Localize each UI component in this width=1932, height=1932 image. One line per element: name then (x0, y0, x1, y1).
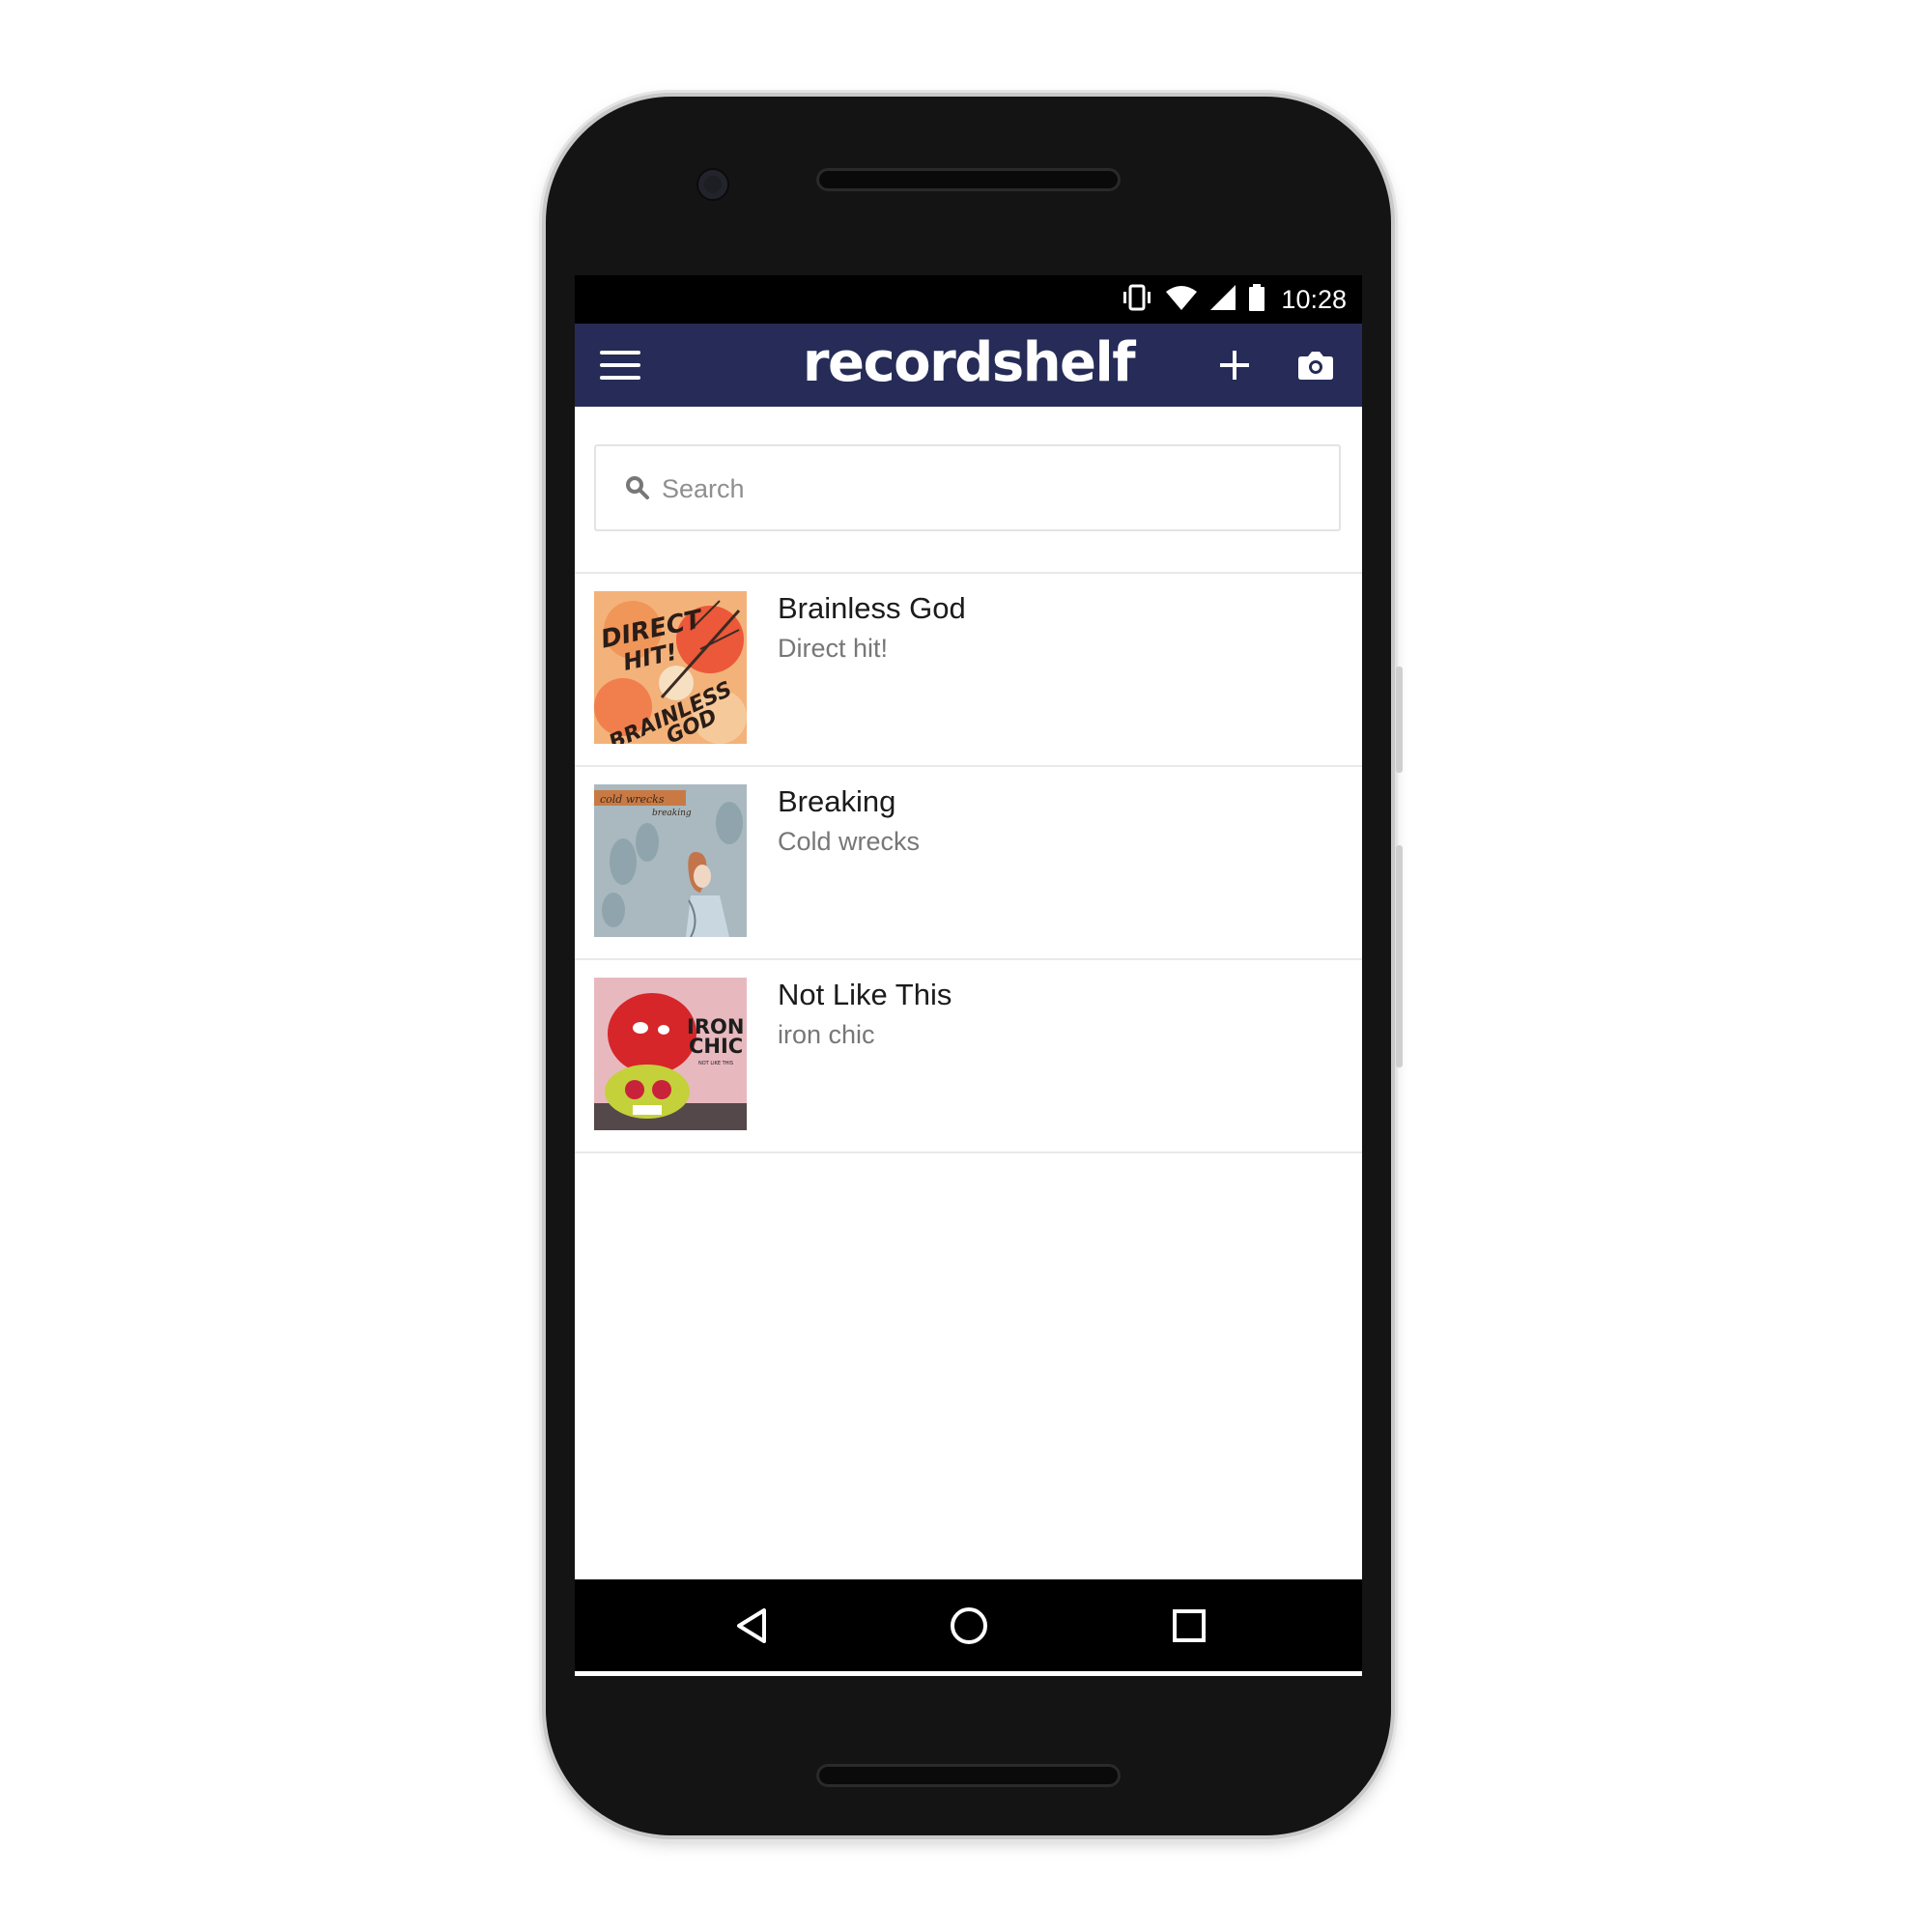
signal-icon (1209, 284, 1236, 316)
device-stage: 10:28 recordshelf Search DIRECT HIT! BRA… (0, 0, 1932, 1932)
cover-text: CHIC (689, 1035, 743, 1058)
back-triangle-icon[interactable] (731, 1605, 774, 1647)
cover-text: cold wrecks (600, 793, 665, 806)
plus-icon[interactable] (1212, 343, 1257, 387)
record-item[interactable]: cold wrecks breaking Breaking Cold wreck… (575, 765, 1362, 958)
hamburger-menu-icon[interactable] (600, 347, 642, 384)
phone-frame: 10:28 recordshelf Search DIRECT HIT! BRA… (546, 97, 1403, 1835)
record-list: DIRECT HIT! BRAINLESS GOD Brainless God … (575, 572, 1362, 1153)
power-button (1396, 667, 1403, 773)
cover-text: NOT LIKE THIS (698, 1061, 733, 1066)
cover-text: breaking (652, 809, 692, 818)
record-item[interactable]: DIRECT HIT! BRAINLESS GOD Brainless God … (575, 572, 1362, 765)
album-cover: IRON CHIC NOT LIKE THIS (594, 978, 747, 1130)
search-box (594, 444, 1341, 531)
screen: 10:28 recordshelf Search DIRECT HIT! BRA… (575, 275, 1362, 1676)
record-artist: iron chic (778, 1020, 875, 1049)
album-cover: DIRECT HIT! BRAINLESS GOD (594, 591, 747, 744)
record-item[interactable]: IRON CHIC NOT LIKE THIS Not Like This ir… (575, 958, 1362, 1153)
vibrate-icon (1121, 283, 1153, 317)
search-input[interactable] (660, 460, 1321, 518)
record-artist: Direct hit! (778, 634, 889, 663)
status-icons: 10:28 (1121, 275, 1347, 324)
navigation-bar (575, 1579, 1362, 1671)
search-icon (625, 475, 650, 500)
top-speaker (816, 168, 1121, 191)
front-camera (698, 170, 727, 199)
home-circle-icon[interactable] (948, 1605, 990, 1647)
bottom-speaker (816, 1764, 1121, 1787)
recents-square-icon[interactable] (1168, 1605, 1210, 1647)
record-title: Not Like This (778, 978, 952, 1011)
album-cover: cold wrecks breaking (594, 784, 747, 937)
record-artist: Cold wrecks (778, 827, 921, 856)
status-time: 10:28 (1281, 284, 1347, 314)
app-bar: recordshelf (575, 324, 1362, 407)
status-bar: 10:28 (575, 275, 1362, 324)
record-title: Brainless God (778, 591, 966, 625)
camera-icon[interactable] (1293, 347, 1338, 385)
volume-button (1396, 845, 1403, 1067)
record-title: Breaking (778, 784, 896, 818)
battery-icon (1248, 283, 1265, 317)
wifi-icon (1165, 284, 1198, 316)
